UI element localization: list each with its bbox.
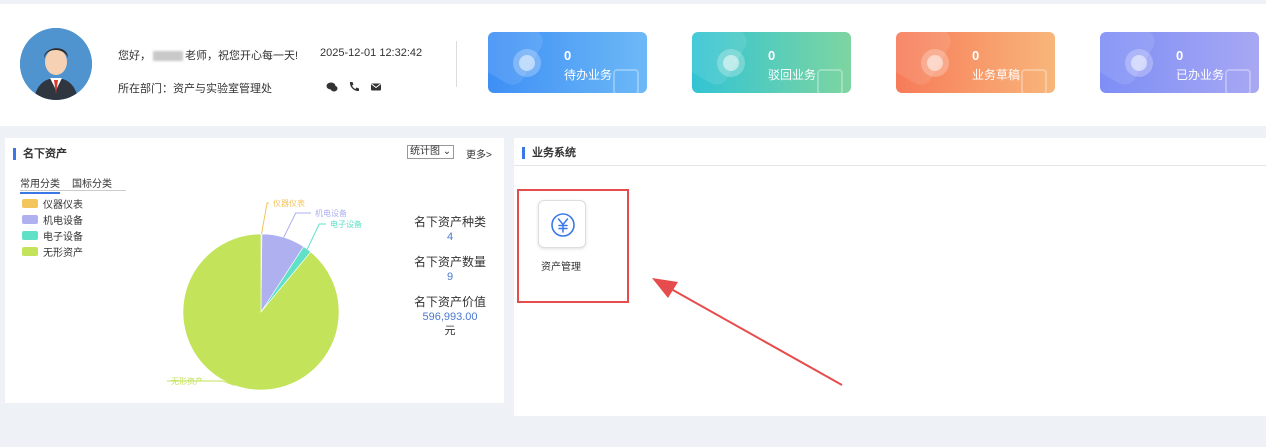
department-label: 所在部门：资产与实验室管理处 <box>118 83 272 95</box>
greeting-text: 您好， 老师，祝您开心每一天! <box>118 47 298 63</box>
tab-common-category[interactable]: 常用分类 <box>20 175 60 194</box>
pie-slice-label: 仪器仪表 <box>273 198 305 208</box>
header-divider <box>456 41 457 87</box>
business-panel: 业务系统 资产管理 <box>514 138 1266 416</box>
asset-stats: 名下资产种类 4 名下资产数量 9 名下资产价值 596,993.00 元 <box>410 214 490 348</box>
pie-slice[interactable] <box>182 233 340 391</box>
done-icon <box>1125 49 1153 77</box>
tab-national-category[interactable]: 国标分类 <box>72 175 112 194</box>
draft-icon <box>921 49 949 77</box>
legend-item[interactable]: 机电设备 <box>22 212 83 227</box>
legend-label: 无形资产 <box>43 247 83 259</box>
todo-doc-icon <box>513 49 541 77</box>
card-rejected[interactable]: 0 驳回业务 <box>692 32 851 93</box>
card-done[interactable]: 0 已办业务 <box>1100 32 1259 93</box>
tabs-divider <box>20 190 126 191</box>
wechat-icon[interactable] <box>326 80 338 92</box>
business-panel-title: 业务系统 <box>522 147 576 159</box>
user-avatar <box>20 28 92 100</box>
greeting-suffix: 老师，祝您开心每一天! <box>185 50 299 62</box>
stat-value[interactable]: 9 <box>410 270 490 284</box>
card-deco-icon <box>613 69 639 93</box>
pie-leader-line <box>283 212 311 238</box>
asset-management-tile[interactable] <box>538 200 586 248</box>
done-count: 0 <box>1176 48 1184 63</box>
asset-management-label[interactable]: 资产管理 <box>541 258 581 273</box>
rejected-user-icon <box>717 49 745 77</box>
legend-label: 仪器仪表 <box>43 199 83 211</box>
card-draft[interactable]: 0 业务草稿 <box>896 32 1055 93</box>
stat-unit: 元 <box>444 325 456 337</box>
yuan-circle-icon <box>551 213 575 237</box>
mail-icon[interactable] <box>370 80 382 92</box>
draft-count: 0 <box>972 48 980 63</box>
stat-asset-kinds: 名下资产种类 4 <box>410 214 490 244</box>
pie-slice-label: 机电设备 <box>315 208 347 218</box>
contact-icons <box>326 80 382 92</box>
todo-label: 待办业务 <box>564 68 613 82</box>
card-todo[interactable]: 0 待办业务 <box>488 32 647 93</box>
card-deco-icon <box>1225 69 1251 93</box>
card-deco-icon <box>1021 69 1047 93</box>
legend-swatch <box>22 230 38 240</box>
asset-pie-chart: 仪器仪表机电设备电子设备无形资产 <box>167 198 362 391</box>
blurred-username <box>153 51 183 62</box>
stat-label: 名下资产种类 <box>413 215 486 229</box>
chart-legend: 仪器仪表 机电设备 电子设备 无形资产 <box>22 196 83 260</box>
assets-panel-title: 名下资产 <box>13 148 67 160</box>
legend-swatch <box>22 198 38 208</box>
user-header: 您好， 老师，祝您开心每一天! 所在部门：资产与实验室管理处 2025-12-01… <box>0 4 1266 126</box>
assets-panel: 名下资产 统计图 ⌄ 更多> 常用分类 国标分类 仪器仪表 机电设备 电子设备 … <box>5 138 504 403</box>
card-deco-icon <box>817 69 843 93</box>
greeting-prefix: 您好， <box>118 50 151 62</box>
panel-header-divider <box>514 165 1266 166</box>
draft-label: 业务草稿 <box>972 68 1021 82</box>
more-link[interactable]: 更多> <box>466 146 492 161</box>
category-tabs: 常用分类 国标分类 <box>20 175 112 194</box>
current-datetime: 2025-12-01 12:32:42 <box>320 47 423 59</box>
stat-value[interactable]: 596,993.00 <box>410 310 490 324</box>
legend-item[interactable]: 仪器仪表 <box>22 196 83 211</box>
chevron-down-icon: ⌄ <box>442 146 452 157</box>
legend-swatch <box>22 214 38 224</box>
pie-leader-line <box>260 202 269 235</box>
stat-asset-count: 名下资产数量 9 <box>410 254 490 284</box>
legend-item[interactable]: 无形资产 <box>22 244 83 259</box>
todo-count: 0 <box>564 48 572 63</box>
rejected-count: 0 <box>768 48 776 63</box>
stat-label: 名下资产数量 <box>413 255 486 269</box>
rejected-label: 驳回业务 <box>768 68 817 82</box>
legend-label: 机电设备 <box>43 215 83 227</box>
red-arrow-annotation <box>652 278 843 386</box>
pie-slice-label: 电子设备 <box>330 219 362 229</box>
legend-label: 电子设备 <box>43 231 83 243</box>
stat-value[interactable]: 4 <box>410 230 490 244</box>
phone-icon[interactable] <box>348 80 360 92</box>
legend-item[interactable]: 电子设备 <box>22 228 83 243</box>
stat-label: 名下资产价值 <box>413 295 486 309</box>
chart-type-select-value: 统计图 <box>410 146 440 157</box>
pie-leader-line <box>306 223 326 250</box>
legend-swatch <box>22 246 38 256</box>
stat-asset-value: 名下资产价值 596,993.00 元 <box>410 294 490 338</box>
chart-type-select[interactable]: 统计图 ⌄ <box>407 145 455 159</box>
done-label: 已办业务 <box>1176 68 1225 82</box>
pie-slice-label: 无形资产 <box>171 376 203 386</box>
